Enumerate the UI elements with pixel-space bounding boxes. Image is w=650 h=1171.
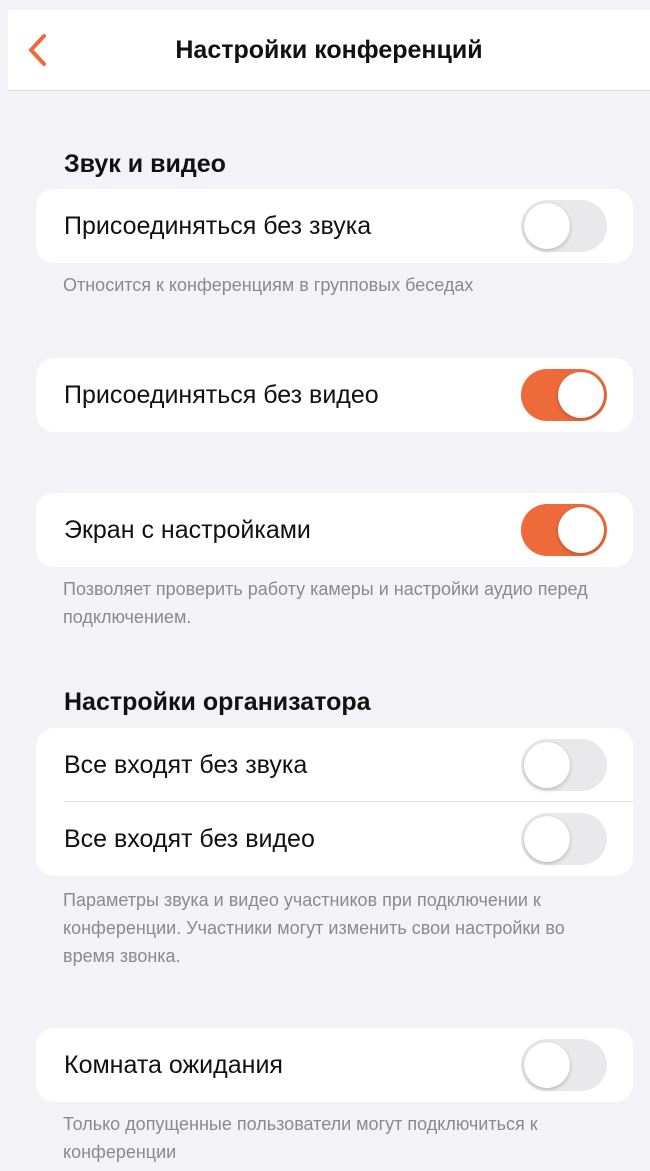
row-label: Присоединяться без видео: [64, 380, 379, 409]
card-join-no-video: Присоединяться без видео: [36, 358, 633, 432]
row-label: Экран с настройками: [64, 515, 311, 544]
note-settings-screen: Позволяет проверить работу камеры и наст…: [63, 579, 588, 627]
toggle-waiting-room[interactable]: [521, 1039, 607, 1091]
note-organizer: Параметры звука и видео участников при п…: [63, 890, 565, 966]
row-all-muted[interactable]: Все входят без звука: [36, 728, 633, 802]
navigation-bar: Настройки конференций: [8, 10, 650, 91]
page-title: Настройки конференций: [175, 36, 483, 64]
section-title-organizer: Настройки организатора: [64, 688, 371, 716]
toggle-all-no-video[interactable]: [521, 813, 607, 865]
section-title-sound-video: Звук и видео: [64, 150, 226, 178]
row-label: Присоединяться без звука: [64, 211, 372, 240]
row-join-muted[interactable]: Присоединяться без звука: [36, 189, 633, 263]
row-label: Все входят без видео: [64, 824, 315, 853]
note-join-muted: Относится к конференциям в групповых бес…: [63, 275, 474, 295]
card-settings-screen: Экран с настройками: [36, 493, 633, 567]
toggle-knob: [524, 1042, 570, 1088]
card-join-muted: Присоединяться без звука: [36, 189, 633, 263]
row-label: Комната ожидания: [64, 1050, 283, 1079]
toggle-knob: [524, 816, 570, 862]
note-waiting-room: Только допущенные пользователи могут под…: [63, 1114, 538, 1162]
row-join-no-video[interactable]: Присоединяться без видео: [36, 358, 633, 432]
card-organizer: Все входят без звука Все входят без виде…: [36, 728, 633, 876]
row-label: Все входят без звука: [64, 750, 308, 779]
row-settings-screen[interactable]: Экран с настройками: [36, 493, 633, 567]
card-waiting-room: Комната ожидания: [36, 1028, 633, 1102]
toggle-join-muted[interactable]: [521, 200, 607, 252]
toggle-knob: [524, 742, 570, 788]
toggle-settings-screen[interactable]: [521, 504, 607, 556]
row-waiting-room[interactable]: Комната ожидания: [36, 1028, 633, 1102]
toggle-join-no-video[interactable]: [521, 369, 607, 421]
toggle-knob: [558, 507, 604, 553]
toggle-knob: [558, 372, 604, 418]
toggle-all-muted[interactable]: [521, 739, 607, 791]
toggle-knob: [524, 203, 570, 249]
row-all-no-video[interactable]: Все входят без видео: [36, 802, 633, 876]
